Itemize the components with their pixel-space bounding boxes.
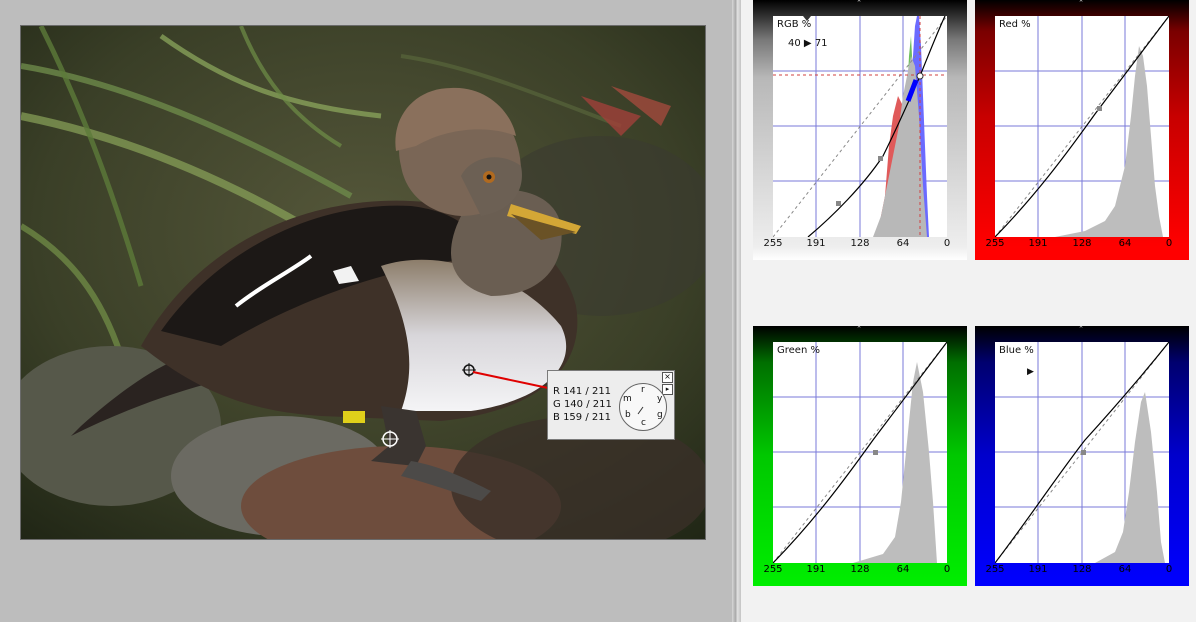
- panel-notch-icon[interactable]: ⌃: [853, 326, 865, 333]
- curve-panel-red: ⌃ Red % 255 191 128 64 0: [975, 0, 1189, 260]
- sample-green-row: G 140 / 211: [553, 399, 612, 411]
- image-workspace: × ▸ R 141 / 211 G 140 / 211 B 159 / 211 …: [0, 0, 732, 622]
- green-panel-title: Green %: [777, 345, 820, 356]
- rgb-tick-128: 128: [850, 238, 870, 249]
- blue-panel-title: Blue %: [999, 345, 1034, 356]
- rgb-tick-0: 0: [943, 238, 951, 249]
- popup-close-button[interactable]: ×: [662, 372, 673, 383]
- rgb-tick-255: 255: [763, 238, 783, 249]
- curve-panel-blue: ⌃ Blue % ▶ 255 191 128 64 0: [975, 326, 1189, 586]
- sample-green-value: 140 / 211: [563, 399, 612, 410]
- blue-tick-191: 191: [1028, 564, 1048, 575]
- curve-panel-rgb: ⌃ RGB % 40 ▶ 71 255 191 128 64 0: [753, 0, 967, 260]
- red-tick-0: 0: [1165, 238, 1173, 249]
- blue-tick-128: 128: [1072, 564, 1092, 575]
- red-tick-255: 255: [985, 238, 1005, 249]
- panel-notch-icon[interactable]: ⌃: [853, 0, 865, 7]
- play-marker-icon: ▶: [1027, 366, 1034, 376]
- green-tick-0: 0: [943, 564, 951, 575]
- red-panel-title: Red %: [999, 19, 1031, 30]
- sample-green-label: G: [553, 399, 561, 410]
- red-curve-graph: [995, 16, 1169, 237]
- blue-tick-0: 0: [1165, 564, 1173, 575]
- bird-photo: [21, 26, 705, 539]
- red-tick-128: 128: [1072, 238, 1092, 249]
- rgb-curve-graph: [773, 16, 947, 237]
- sample-blue-value: 159 / 211: [563, 412, 611, 423]
- photo-canvas[interactable]: [20, 25, 706, 540]
- color-sample-popup[interactable]: × ▸ R 141 / 211 G 140 / 211 B 159 / 211 …: [547, 370, 675, 440]
- arrow-right-icon: ▶: [803, 38, 812, 49]
- green-tick-255: 255: [763, 564, 783, 575]
- blue-tick-255: 255: [985, 564, 1005, 575]
- sample-blue-row: B 159 / 211: [553, 412, 611, 424]
- pane-splitter[interactable]: [732, 0, 741, 622]
- rgb-tick-191: 191: [806, 238, 826, 249]
- color-wheel-icon: r y g c b m: [619, 383, 667, 431]
- rgb-readout-input: 40: [788, 38, 801, 49]
- green-tick-191: 191: [806, 564, 826, 575]
- blue-curve-plot[interactable]: Blue % ▶: [995, 342, 1169, 563]
- rgb-value-readout: 40 ▶ 71: [788, 38, 828, 49]
- red-tick-191: 191: [1028, 238, 1048, 249]
- sample-blue-label: B: [553, 412, 560, 423]
- panel-notch-icon[interactable]: ⌃: [1075, 326, 1087, 333]
- sample-red-value: 141 / 211: [563, 386, 612, 397]
- green-tick-64: 64: [896, 564, 910, 575]
- blue-curve-graph: [995, 342, 1169, 563]
- curve-panel-green: ⌃ Green % 255 191 128 64 0: [753, 326, 967, 586]
- rgb-panel-title: RGB %: [777, 19, 812, 30]
- green-curve-plot[interactable]: Green %: [773, 342, 947, 563]
- rgb-tick-64: 64: [896, 238, 910, 249]
- red-tick-64: 64: [1118, 238, 1132, 249]
- red-curve-plot[interactable]: Red %: [995, 16, 1169, 237]
- green-tick-128: 128: [850, 564, 870, 575]
- panel-notch-icon[interactable]: ⌃: [1075, 0, 1087, 7]
- blue-tick-64: 64: [1118, 564, 1132, 575]
- green-curve-graph: [773, 342, 947, 563]
- sample-red-label: R: [553, 386, 560, 397]
- sample-red-row: R 141 / 211: [553, 386, 611, 398]
- wheel-needle: [637, 406, 644, 415]
- rgb-curve-plot[interactable]: RGB % 40 ▶ 71: [773, 16, 947, 237]
- rgb-readout-output: 71: [814, 38, 828, 49]
